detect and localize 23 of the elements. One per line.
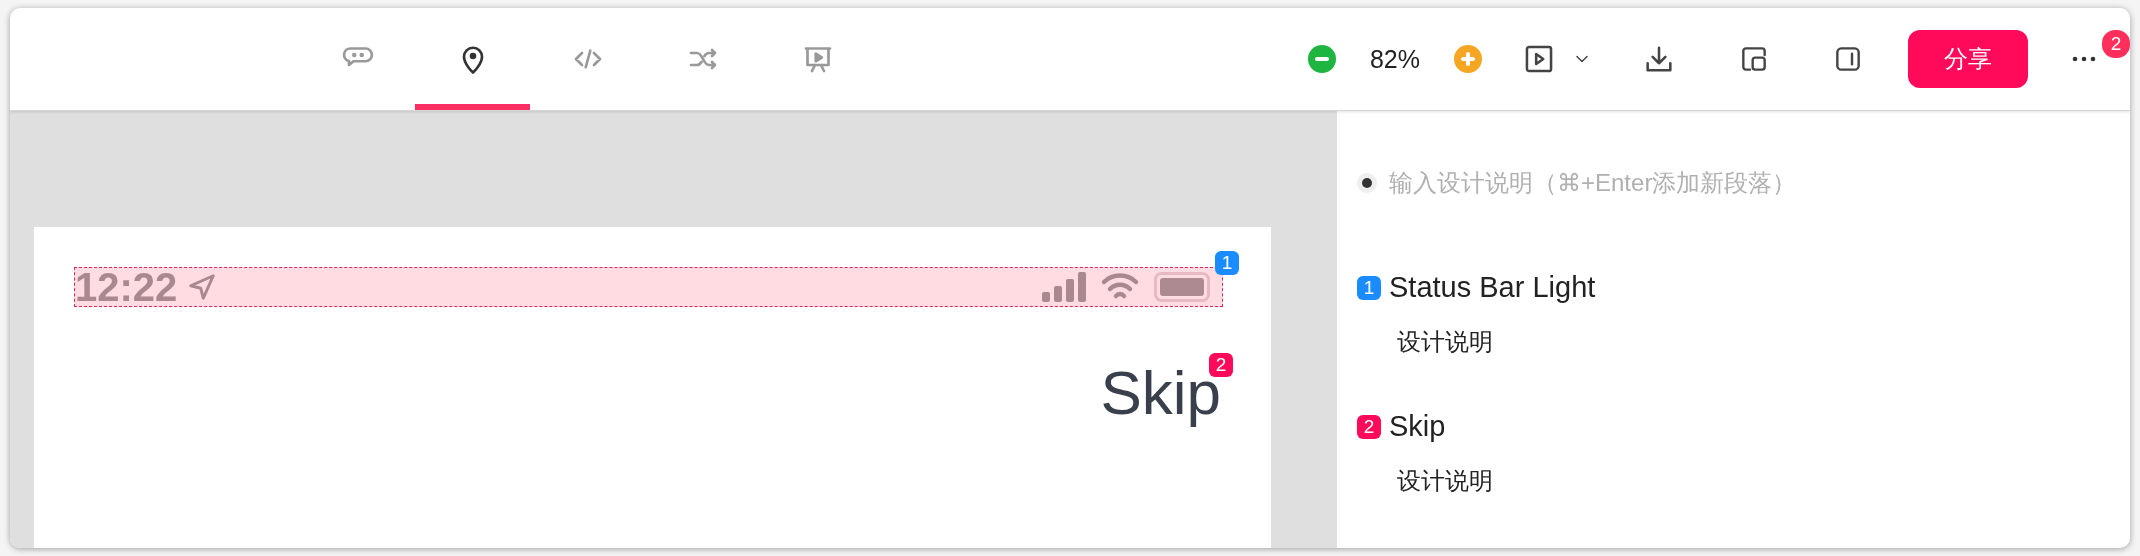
annotation-description[interactable]: 设计说明 xyxy=(1397,465,2110,497)
share-button[interactable]: 分享 xyxy=(1908,30,2028,88)
minus-icon xyxy=(1314,57,1329,61)
annotation-marker: 2 xyxy=(1357,414,1381,439)
notification-badge: 2 xyxy=(2102,30,2130,58)
description-placeholder[interactable]: 输入设计说明（⌘+Enter添加新段落） xyxy=(1389,167,1797,199)
status-time: 12:22 xyxy=(75,264,178,310)
annotation-title: Skip xyxy=(1389,410,1446,443)
annotation-marker[interactable]: 2 xyxy=(1209,353,1233,377)
plus-icon xyxy=(1461,52,1475,66)
annotation-title: Status Bar Light xyxy=(1389,271,1596,304)
more-icon xyxy=(2072,56,2096,62)
annotation-description[interactable]: 设计说明 xyxy=(1397,326,2110,358)
signal-icon xyxy=(1042,272,1086,302)
zoom-level: 82% xyxy=(1369,44,1420,74)
battery-icon xyxy=(1154,272,1210,302)
zoom-out-button[interactable] xyxy=(1307,45,1336,73)
status-bar-highlight[interactable]: 12:22 xyxy=(74,267,1223,307)
zoom-in-button[interactable] xyxy=(1454,45,1482,73)
annotation-marker: 1 xyxy=(1357,275,1381,300)
location-arrow-icon xyxy=(187,272,218,302)
annotation-marker[interactable]: 1 xyxy=(1215,251,1239,275)
bullet-icon xyxy=(1357,173,1377,193)
